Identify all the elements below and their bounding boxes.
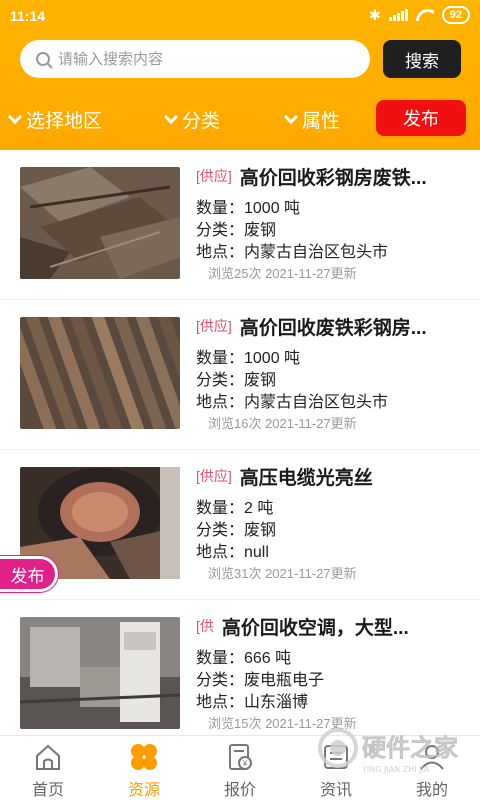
listing-stats: 浏览25次 2021-11-27更新 — [208, 266, 357, 281]
listing-category: 分类：废电瓶电子 — [196, 672, 325, 689]
listing-list[interactable]: [供应] 高价回收彩钢房废铁... 数量：1000 吨 分类：废钢 地点：内蒙古… — [0, 150, 480, 735]
status-bar: 11:14 ✱ 92 — [0, 0, 480, 32]
listing-category: 分类：废钢 — [196, 522, 277, 539]
home-icon — [33, 742, 63, 772]
wifi-icon — [416, 9, 434, 21]
tab-price-label: 报价 — [223, 782, 256, 799]
listing-quantity: 数量：1000 吨 — [196, 200, 301, 217]
listing-thumbnail — [20, 617, 180, 729]
chevron-down-icon — [163, 109, 179, 124]
listing-title[interactable]: 高价回收空调，大型... — [222, 613, 409, 640]
status-time: 11:14 — [10, 8, 46, 24]
listing-category: 分类：废钢 — [196, 222, 277, 239]
listing-title[interactable]: 高价回收彩钢房废铁... — [240, 163, 427, 190]
filter-region-label: 选择地区 — [26, 111, 103, 132]
resource-icon — [129, 742, 159, 772]
listing-info: [供 高价回收空调，大型... 数量：666 吨 分类：废电瓶电子 地点：山东淄… — [196, 612, 466, 734]
tab-home-label: 首页 — [31, 782, 64, 799]
listing-info: [供应] 高价回收废铁彩钢房... 数量：1000 吨 分类：废钢 地点：内蒙古… — [196, 312, 466, 434]
list-item[interactable]: [供 高价回收空调，大型... 数量：666 吨 分类：废电瓶电子 地点：山东淄… — [0, 600, 480, 735]
chevron-down-icon — [283, 109, 299, 124]
listing-info: [供应] 高价回收彩钢房废铁... 数量：1000 吨 分类：废钢 地点：内蒙古… — [196, 162, 466, 284]
filter-category[interactable]: 分类 — [163, 106, 221, 133]
tab-price[interactable]: ¥ 报价 — [192, 740, 288, 800]
header: 11:14 ✱ 92 搜索 选择地区 分类 属性 发布 — [0, 0, 480, 150]
list-item[interactable]: [供应] 高压电缆光亮丝 数量：2 吨 分类：废钢 地点：null 浏览31次 … — [0, 450, 480, 600]
listing-location: 地点：内蒙古自治区包头市 — [196, 394, 389, 411]
floating-publish-button[interactable]: 发布 — [0, 556, 58, 592]
listing-location: 地点：山东淄博 — [196, 694, 309, 711]
tab-resource[interactable]: 资源 — [96, 740, 192, 800]
listing-stats: 浏览16次 2021-11-27更新 — [208, 416, 357, 431]
filter-category-label: 分类 — [182, 111, 221, 132]
listing-tag: [供应] — [196, 318, 232, 334]
listing-title[interactable]: 高压电缆光亮丝 — [240, 463, 373, 490]
status-icons: ✱ 92 — [369, 6, 470, 24]
listing-quantity: 数量：2 吨 — [196, 500, 274, 517]
watermark-text: 硬件之家 — [362, 734, 458, 762]
signal-icon — [388, 9, 408, 21]
listing-quantity: 数量：1000 吨 — [196, 350, 301, 367]
list-item[interactable]: [供应] 高价回收彩钢房废铁... 数量：1000 吨 分类：废钢 地点：内蒙古… — [0, 150, 480, 300]
filter-attribute[interactable]: 属性 — [283, 106, 341, 133]
listing-thumbnail — [20, 167, 180, 279]
search-box[interactable] — [20, 40, 370, 78]
listing-tag: [供应] — [196, 468, 232, 484]
listing-stats: 浏览31次 2021-11-27更新 — [208, 566, 357, 581]
listing-location: 地点：null — [196, 544, 269, 561]
listing-tag: [供 — [196, 618, 214, 634]
filter-attribute-label: 属性 — [302, 111, 341, 132]
watermark-logo: 硬件之家 YING JIAN ZHI JIA — [316, 720, 476, 780]
search-button[interactable]: 搜索 — [383, 40, 461, 78]
battery-indicator: 92 — [441, 6, 470, 24]
watermark-subtext: YING JIAN ZHI JIA — [361, 765, 430, 774]
listing-location: 地点：内蒙古自治区包头市 — [196, 244, 389, 261]
listing-title[interactable]: 高价回收废铁彩钢房... — [240, 313, 427, 340]
price-icon: ¥ — [225, 742, 255, 772]
tab-resource-label: 资源 — [127, 782, 160, 799]
listing-info: [供应] 高压电缆光亮丝 数量：2 吨 分类：废钢 地点：null 浏览31次 … — [196, 462, 466, 584]
search-input[interactable] — [58, 50, 338, 68]
list-item[interactable]: [供应] 高价回收废铁彩钢房... 数量：1000 吨 分类：废钢 地点：内蒙古… — [0, 300, 480, 450]
search-icon — [36, 52, 50, 66]
chevron-down-icon — [7, 109, 23, 124]
filter-region[interactable]: 选择地区 — [7, 106, 103, 133]
publish-button[interactable]: 发布 — [376, 100, 466, 136]
bluetooth-icon: ✱ — [369, 6, 381, 23]
listing-quantity: 数量：666 吨 — [196, 650, 292, 667]
listing-thumbnail — [20, 317, 180, 429]
listing-tag: [供应] — [196, 168, 232, 184]
listing-category: 分类：废钢 — [196, 372, 277, 389]
tab-home[interactable]: 首页 — [0, 740, 96, 800]
svg-text:¥: ¥ — [242, 759, 248, 768]
